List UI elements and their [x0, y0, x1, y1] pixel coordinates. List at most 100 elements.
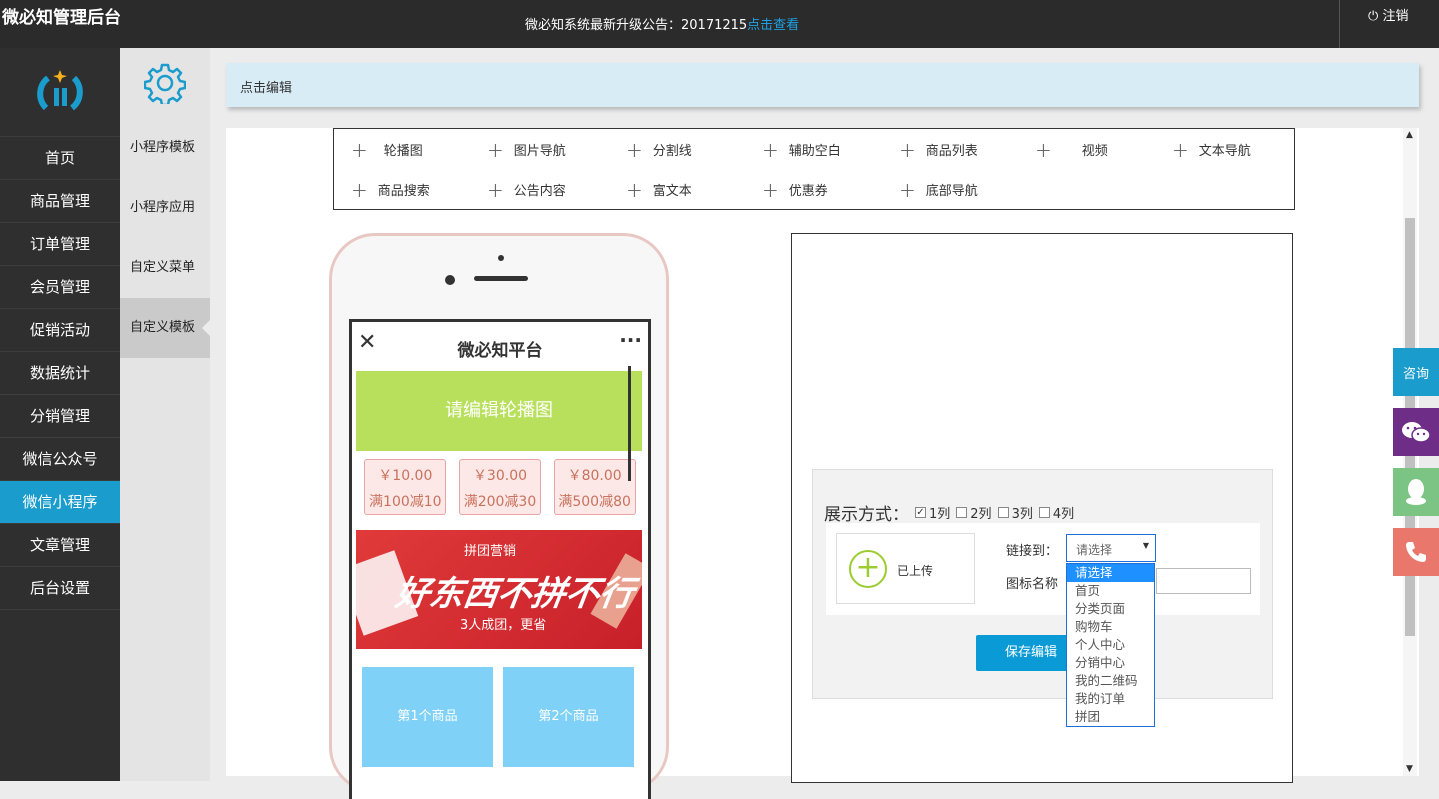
notice-text: 微必知系统最新升级公告：20171215	[525, 18, 748, 33]
carousel-banner[interactable]: 请编辑轮播图	[356, 371, 642, 451]
dropdown-option[interactable]: 分类页面	[1067, 600, 1154, 618]
scroll-up-icon[interactable]: ▲	[1406, 130, 1413, 140]
phone-speaker	[474, 276, 528, 281]
component-add-button[interactable]: + 商品搜索	[351, 180, 430, 200]
component-add-button[interactable]: + 公告内容	[487, 180, 566, 200]
add-icon[interactable]: +	[849, 550, 887, 588]
component-add-button[interactable]: + 分割线	[626, 140, 692, 160]
phone-scroll-indicator	[628, 366, 631, 481]
consult-label: 咨询	[1402, 366, 1429, 382]
plus-icon: +	[762, 177, 779, 202]
component-add-button[interactable]: + 商品列表	[899, 137, 978, 162]
component-label: 视频	[1081, 144, 1108, 159]
checkbox[interactable]	[1038, 507, 1050, 518]
subnav-item[interactable]: 自定义模板	[120, 298, 210, 358]
column-option-label: 4列	[1052, 507, 1075, 522]
checkbox[interactable]: ✓	[915, 507, 926, 518]
dropdown-option[interactable]: 个人中心	[1067, 636, 1154, 654]
phone-sensor	[498, 255, 504, 261]
consult-button[interactable]: 咨询	[1393, 348, 1439, 396]
plus-icon: +	[351, 137, 368, 162]
coupon-card[interactable]: ￥80.00 满500减80	[553, 459, 636, 515]
link-select-value: 请选择	[1076, 543, 1113, 557]
column-option-label: 1列	[929, 507, 951, 522]
link-label: 链接到：	[1006, 544, 1059, 559]
more-icon[interactable]: ···	[619, 328, 642, 352]
sidebar-item[interactable]: 后台设置	[0, 567, 120, 610]
dropdown-option[interactable]: 我的二维码	[1067, 672, 1154, 690]
component-add-button[interactable]: + 文本导航	[1172, 137, 1251, 162]
sidebar-item[interactable]: 促销活动	[0, 309, 120, 352]
edit-form: 展示方式： ✓ 1列 2列 3列 4列 + 已上传 链接到： 请选择 ▼ 图标名称 保存…	[812, 469, 1273, 699]
checkbox[interactable]	[956, 507, 968, 518]
promo-tag: 拼团营销	[464, 544, 517, 559]
phone-icon	[1406, 542, 1426, 562]
promo-banner[interactable]: 拼团营销 好东西不拼不行 3人成团，更省	[356, 530, 642, 649]
component-label: 商品搜索	[377, 184, 430, 199]
coupon-amount: ￥30.00	[472, 468, 528, 484]
link-select[interactable]: 请选择 ▼	[1066, 534, 1156, 562]
component-add-button[interactable]: + 优惠券	[762, 177, 828, 202]
component-label: 富文本	[652, 184, 692, 199]
component-label: 文本导航	[1198, 144, 1251, 159]
dropdown-option[interactable]: 请选择	[1067, 564, 1154, 582]
component-add-button[interactable]: + 富文本	[626, 180, 692, 200]
sidebar-item[interactable]: 订单管理	[0, 223, 120, 266]
dropdown-option[interactable]: 拼团	[1067, 708, 1154, 726]
icon-name-input[interactable]	[1156, 568, 1251, 594]
miniapp-header: ✕ 微必知平台 ···	[352, 322, 648, 368]
component-label: 商品列表	[925, 144, 978, 159]
scroll-down-icon[interactable]: ▼	[1406, 764, 1413, 774]
sidebar-item[interactable]: 首页	[0, 137, 120, 180]
sidebar-item[interactable]: 数据统计	[0, 352, 120, 395]
checkbox[interactable]	[997, 507, 1009, 518]
notice-link[interactable]: 点击查看	[747, 18, 799, 33]
sidebar-item[interactable]: 微信小程序	[0, 481, 120, 524]
dropdown-option[interactable]: 首页	[1067, 582, 1154, 600]
logo-icon	[37, 70, 83, 111]
qq-icon	[1406, 479, 1426, 505]
sidebar-item[interactable]: 分销管理	[0, 395, 120, 438]
sidebar-item[interactable]: 微信公众号	[0, 438, 120, 481]
edit-bar[interactable]: 点击编辑	[226, 63, 1419, 107]
subnav-item[interactable]: 小程序应用	[120, 178, 210, 238]
column-option[interactable]: 3列	[997, 503, 1033, 522]
column-option[interactable]: 2列	[956, 503, 992, 522]
sidebar-item[interactable]: 文章管理	[0, 524, 120, 567]
component-label: 底部导航	[925, 184, 978, 199]
goods-item[interactable]: 第1个商品	[362, 667, 493, 767]
dropdown-option[interactable]: 分销中心	[1067, 654, 1154, 672]
phone-button[interactable]	[1393, 528, 1439, 576]
coupon-condition: 满200减30	[463, 494, 537, 510]
goods-item[interactable]: 第2个商品	[503, 667, 634, 767]
nav-item-editor: + 已上传 链接到： 请选择 ▼ 图标名称	[826, 523, 1260, 615]
link-options-dropdown: 请选择 首页 分类页面 购物车 个人中心 分销中心 我的二维码 我的订单 拼团	[1066, 563, 1155, 727]
icon-name-label: 图标名称	[1006, 577, 1059, 592]
sidebar-item[interactable]: 会员管理	[0, 266, 120, 309]
qq-button[interactable]	[1393, 468, 1439, 516]
subnav-item[interactable]: 自定义菜单	[120, 238, 210, 298]
coupon-card[interactable]: ￥10.00 满100减10	[364, 459, 447, 515]
wechat-button[interactable]	[1393, 408, 1439, 456]
subnav-item[interactable]: 小程序模板	[120, 118, 210, 178]
plus-icon: +	[899, 137, 916, 162]
image-upload[interactable]: + 已上传	[836, 533, 975, 604]
sidebar-item[interactable]: 商品管理	[0, 180, 120, 223]
column-option[interactable]: 4列	[1038, 503, 1075, 522]
sub-navigation: 小程序模板 小程序应用 自定义菜单 自定义模板	[120, 48, 210, 781]
component-add-button[interactable]: + 轮播图	[351, 137, 423, 162]
component-add-button[interactable]: + 视频	[1035, 140, 1108, 160]
dropdown-option[interactable]: 我的订单	[1067, 690, 1154, 708]
floating-contact-bar: 咨询	[1393, 348, 1439, 588]
component-add-button[interactable]: + 底部导航	[899, 180, 978, 200]
phone-preview: ✕ 微必知平台 ··· 请编辑轮播图 ￥10.00 满100减10 ￥30.00 满2…	[329, 233, 669, 799]
coupon-card[interactable]: ￥30.00 满200减30	[458, 459, 541, 515]
plus-icon: +	[1172, 137, 1189, 162]
sidebar: 首页 商品管理 订单管理 会员管理 促销活动 数据统计 分销管理 微信公众号 微信小程序 文章管理…	[0, 48, 120, 781]
miniapp-title: 微必知平台	[457, 341, 543, 361]
component-add-button[interactable]: + 辅助空白	[762, 140, 841, 160]
dropdown-option[interactable]: 购物车	[1067, 618, 1154, 636]
component-add-button[interactable]: + 图片导航	[487, 140, 566, 160]
logout-button[interactable]: ⏻ 注销	[1339, 0, 1439, 48]
column-option[interactable]: ✓ 1列	[915, 503, 950, 522]
